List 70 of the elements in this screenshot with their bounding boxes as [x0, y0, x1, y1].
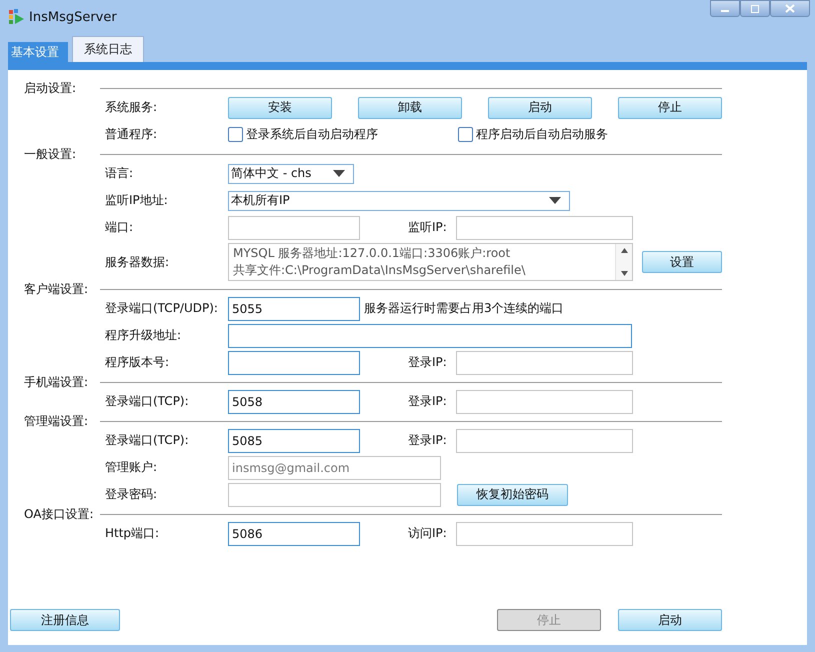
field-label: 监听IP地址: [105, 192, 169, 209]
field-label: 登录端口(TCP): [105, 393, 190, 410]
window-title: InsMsgServer [29, 10, 117, 24]
input-field[interactable] [228, 324, 632, 348]
input-field[interactable] [228, 350, 360, 374]
section-heading: OA接口设置: [23, 506, 94, 522]
field-label: 系统服务: [105, 99, 158, 116]
input-field[interactable] [228, 482, 441, 506]
dropdown-arrow-icon [549, 196, 561, 204]
hint-text: 服务器运行时需要占用3个连续的端口 [364, 300, 564, 317]
field-label: 监听IP: [408, 219, 448, 236]
input-field[interactable]: 5085 [228, 428, 360, 452]
field-label: 普通程序: [105, 126, 158, 143]
minimize-button[interactable] [710, 0, 740, 17]
dropdown[interactable]: 简体中文 - chs [228, 164, 354, 184]
input-field[interactable]: insmsg@gmail.com [228, 456, 441, 480]
field-label: 登录端口(TCP/UDP): [105, 300, 219, 317]
checkbox-label: 程序启动后自动启动服务 [476, 126, 608, 143]
text-line: MYSQL 服务器地址:127.0.0.1端口:3306账户:root [233, 245, 512, 262]
field-label: 登录IP: [408, 354, 448, 371]
app-icon [8, 8, 26, 26]
register-info-button[interactable]: 注册信息 [10, 609, 120, 631]
action-button[interactable]: 启动 [488, 96, 592, 118]
field-label: Http端口: [105, 525, 160, 542]
section-heading: 启动设置: [23, 80, 78, 96]
reset-password-button[interactable]: 恢复初始密码 [457, 484, 568, 506]
action-button[interactable]: 停止 [618, 96, 722, 118]
action-button[interactable]: 卸载 [358, 96, 462, 118]
field-label: 登录密码: [105, 486, 158, 503]
field-label: 程序升级地址: [105, 327, 182, 344]
close-icon [785, 4, 795, 13]
input-field[interactable] [228, 216, 360, 240]
maximize-button[interactable] [740, 0, 770, 17]
action-button[interactable]: 安装 [228, 96, 332, 118]
dropdown[interactable]: 本机所有IP [228, 190, 570, 210]
field-label: 语言: [105, 165, 134, 182]
scroll-up-icon[interactable] [620, 248, 628, 253]
input-field[interactable]: 5058 [228, 390, 360, 414]
field-label: 登录IP: [408, 393, 448, 410]
checkbox[interactable] [228, 127, 243, 142]
input-field[interactable] [456, 390, 633, 414]
field-label: 访问IP: [408, 525, 448, 542]
field-label: 登录IP: [408, 432, 448, 449]
field-label: 登录端口(TCP): [105, 432, 190, 449]
checkbox[interactable] [458, 127, 473, 142]
tab[interactable]: 系统日志 [72, 36, 144, 62]
input-field[interactable]: 5086 [228, 522, 360, 546]
input-field[interactable] [456, 350, 633, 374]
section-heading: 管理端设置: [23, 412, 90, 430]
input-field[interactable] [456, 428, 633, 452]
action-button[interactable]: 启动 [618, 609, 722, 631]
input-field[interactable]: 5055 [228, 296, 360, 320]
section-heading: 手机端设置: [23, 374, 90, 390]
section-heading: 一般设置: [23, 146, 78, 162]
settings-button[interactable]: 设置 [642, 251, 722, 273]
section-heading: 客户端设置: [23, 280, 90, 298]
maximize-icon [750, 4, 760, 12]
text-line: 共享文件:C:\ProgramData\InsMsgServer\sharefile\ [233, 262, 526, 279]
field-label: 程序版本号: [105, 354, 170, 371]
scrollbar[interactable] [615, 244, 632, 280]
scroll-down-icon[interactable] [620, 271, 628, 276]
close-button[interactable] [770, 0, 810, 17]
input-field[interactable] [456, 522, 633, 546]
dropdown-arrow-icon [333, 170, 345, 178]
field-label: 管理账户: [105, 459, 158, 476]
field-label: 服务器数据: [105, 254, 170, 270]
field-label: 端口: [105, 219, 134, 236]
text-area[interactable]: MYSQL 服务器地址:127.0.0.1端口:3306账户:root 共享文件:C:\ProgramData\InsMsgServer\sharefile\ [228, 243, 633, 281]
input-field[interactable] [456, 216, 633, 240]
checkbox-label: 登录系统后自动启动程序 [246, 126, 378, 143]
